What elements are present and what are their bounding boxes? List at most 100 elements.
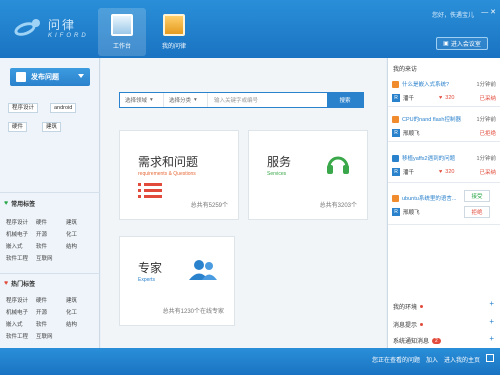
question-icon xyxy=(392,154,399,162)
left-sidebar: 发布问题 程序设计 android 硬件 建筑 ♥ 常用标签 程序设计 硬件 建… xyxy=(0,58,100,348)
heart-icon: ♥ xyxy=(4,200,9,207)
notice-badge: 2 xyxy=(432,337,441,344)
tag-link[interactable]: 建筑 xyxy=(66,218,96,226)
card-title: 专家 xyxy=(138,261,163,275)
list-item[interactable]: 移植yaffs2遇到的问题 1分钟前 R 潘千 ♥ 320 已采纳 xyxy=(392,154,496,176)
add-icon[interactable]: + xyxy=(489,299,494,308)
tag-link[interactable]: 开源 xyxy=(36,230,66,238)
card-count: 总共有1230个在线专家 xyxy=(162,309,224,315)
question-icon xyxy=(392,115,399,123)
add-icon[interactable]: + xyxy=(489,334,494,343)
tag-link[interactable]: 结构 xyxy=(66,320,96,328)
notification-dot xyxy=(420,323,424,326)
avatar: R xyxy=(392,94,400,102)
tag-link[interactable]: 软件工程 xyxy=(6,332,36,340)
visits-title: 我的来访 xyxy=(393,67,418,73)
accept-button[interactable]: 接受 xyxy=(464,190,490,202)
chevron-down-icon: ▾ xyxy=(194,97,197,103)
pen-icon xyxy=(16,72,26,82)
common-tags-grid: 程序设计 硬件 建筑 机械电子 开源 化工 嵌入式 软件 结构 软件工程 互联网 xyxy=(6,218,96,262)
heart-icon: ♥ xyxy=(439,95,443,101)
quick-tag[interactable]: 硬件 xyxy=(8,122,28,132)
edit-icon[interactable] xyxy=(486,354,494,362)
tag-link[interactable]: 化工 xyxy=(66,308,96,316)
tag-link[interactable]: 机械电子 xyxy=(6,230,36,238)
quick-tag[interactable]: 程序设计 xyxy=(8,103,39,113)
tag-link[interactable]: 硬件 xyxy=(36,218,66,226)
divider xyxy=(0,273,100,274)
main-content: 选择领域 ▾ 选择分类 ▾ 输入关键字或编号 搜索 需求和问题 requirem… xyxy=(101,58,386,348)
tag-link[interactable]: 程序设计 xyxy=(6,296,36,304)
window-controls[interactable]: — ✕ xyxy=(481,8,496,16)
heart-icon: ♥ xyxy=(439,169,443,175)
message-item[interactable]: 消息提示 xyxy=(393,320,424,329)
right-panel: 我的来访 什么是嵌入式系统? 1分钟前 R 潘千 ♥ 320 已采纳 CPU的nand f… xyxy=(387,58,500,348)
quick-tag[interactable]: 建筑 xyxy=(42,122,62,132)
tab-workbench[interactable]: 工作台 xyxy=(98,8,146,56)
chevron-down-icon[interactable] xyxy=(78,74,84,78)
field-select[interactable]: 选择领域 ▾ xyxy=(120,93,164,107)
tab-workbench-label: 工作台 xyxy=(112,44,131,50)
tab-my-wenlv[interactable]: 我的问律 xyxy=(150,8,198,56)
user-greeting: 您好，佚遇宝儿 xyxy=(431,13,474,19)
hot-tags-grid: 程序设计 硬件 建筑 机械电子 开源 化工 嵌入式 软件 结构 软件工程 互联网 xyxy=(6,296,96,340)
tag-link[interactable]: 嵌入式 xyxy=(6,320,36,328)
qa-card[interactable]: 需求和问题 requirements & Questions 总共有5259个 xyxy=(119,130,239,220)
logo-name-en: KIFORD xyxy=(48,33,89,39)
card-count: 总共有5259个 xyxy=(190,203,228,209)
logo-mark-icon xyxy=(12,17,44,39)
experts-card[interactable]: 专家 Experts 总共有1230个在线专家 xyxy=(119,236,235,326)
quick-tag[interactable]: android xyxy=(50,103,77,113)
card-title: 服务 xyxy=(267,155,292,169)
tag-link[interactable]: 嵌入式 xyxy=(6,242,36,250)
ask-icon xyxy=(163,14,185,36)
tag-link[interactable]: 软件 xyxy=(36,320,66,328)
system-notice-item[interactable]: 系统通知消息 2 xyxy=(393,336,441,345)
card-subtitle: Experts xyxy=(138,277,155,283)
list-item[interactable]: 什么是嵌入式系统? 1分钟前 R 潘千 ♥ 320 已采纳 xyxy=(392,80,496,102)
avatar: R xyxy=(392,208,400,216)
search-input[interactable]: 输入关键字或编号 xyxy=(208,96,327,104)
reject-button[interactable]: 拒绝 xyxy=(464,206,490,218)
notification-dot xyxy=(420,305,424,308)
common-tags-title: ♥ 常用标签 xyxy=(4,200,36,208)
category-select[interactable]: 选择分类 ▾ xyxy=(164,93,208,107)
footer-link[interactable]: 进入我的主页 xyxy=(444,355,480,364)
question-icon xyxy=(392,194,399,202)
tag-link[interactable]: 软件 xyxy=(36,242,66,250)
headphones-icon xyxy=(327,156,349,174)
tag-link[interactable]: 软件工程 xyxy=(6,254,36,262)
services-card[interactable]: 服务 Services 总共有3203个 xyxy=(248,130,368,220)
publish-question-button[interactable]: 发布问题 xyxy=(10,68,90,86)
tag-link[interactable]: 机械电子 xyxy=(6,308,36,316)
meeting-icon: ▣ xyxy=(443,41,449,47)
divider xyxy=(0,192,100,193)
tag-link[interactable]: 互联网 xyxy=(36,332,66,340)
card-subtitle: Services xyxy=(267,171,287,177)
heart-icon: ♥ xyxy=(4,280,9,287)
add-icon[interactable]: + xyxy=(489,317,494,326)
users-icon xyxy=(189,260,217,280)
my-env-item[interactable]: 我的环境 xyxy=(393,302,424,311)
chevron-down-icon: ▾ xyxy=(150,97,153,103)
card-title: 需求和问题 xyxy=(138,155,199,169)
search-button[interactable]: 搜索 xyxy=(327,93,363,107)
logo-name-cn: 问律 xyxy=(48,18,77,32)
app-footer: 您正在查看的问题 加入 进入我的主页 xyxy=(0,348,500,375)
tag-link[interactable]: 开源 xyxy=(36,308,66,316)
tag-link[interactable]: 互联网 xyxy=(36,254,66,262)
tag-link[interactable]: 结构 xyxy=(66,242,96,250)
tag-link[interactable]: 程序设计 xyxy=(6,218,36,226)
tag-link[interactable]: 化工 xyxy=(66,230,96,238)
avatar: R xyxy=(392,168,400,176)
tag-link[interactable]: 建筑 xyxy=(66,296,96,304)
workbench-icon xyxy=(111,14,133,36)
footer-link[interactable]: 您正在查看的问题 xyxy=(372,355,420,364)
hot-tags-title: ♥ 热门标签 xyxy=(4,280,36,288)
tag-link[interactable]: 硬件 xyxy=(36,296,66,304)
footer-link[interactable]: 加入 xyxy=(426,355,438,364)
list-item[interactable]: CPU的nand flash控制器 1分钟前 R 邢顺飞 已拒绝 xyxy=(392,115,496,137)
enter-meeting-button[interactable]: ▣ 进入会议室 xyxy=(436,37,488,50)
footer-links: 您正在查看的问题 加入 进入我的主页 xyxy=(372,355,480,364)
tab-my-wenlv-label: 我的问律 xyxy=(161,44,186,50)
